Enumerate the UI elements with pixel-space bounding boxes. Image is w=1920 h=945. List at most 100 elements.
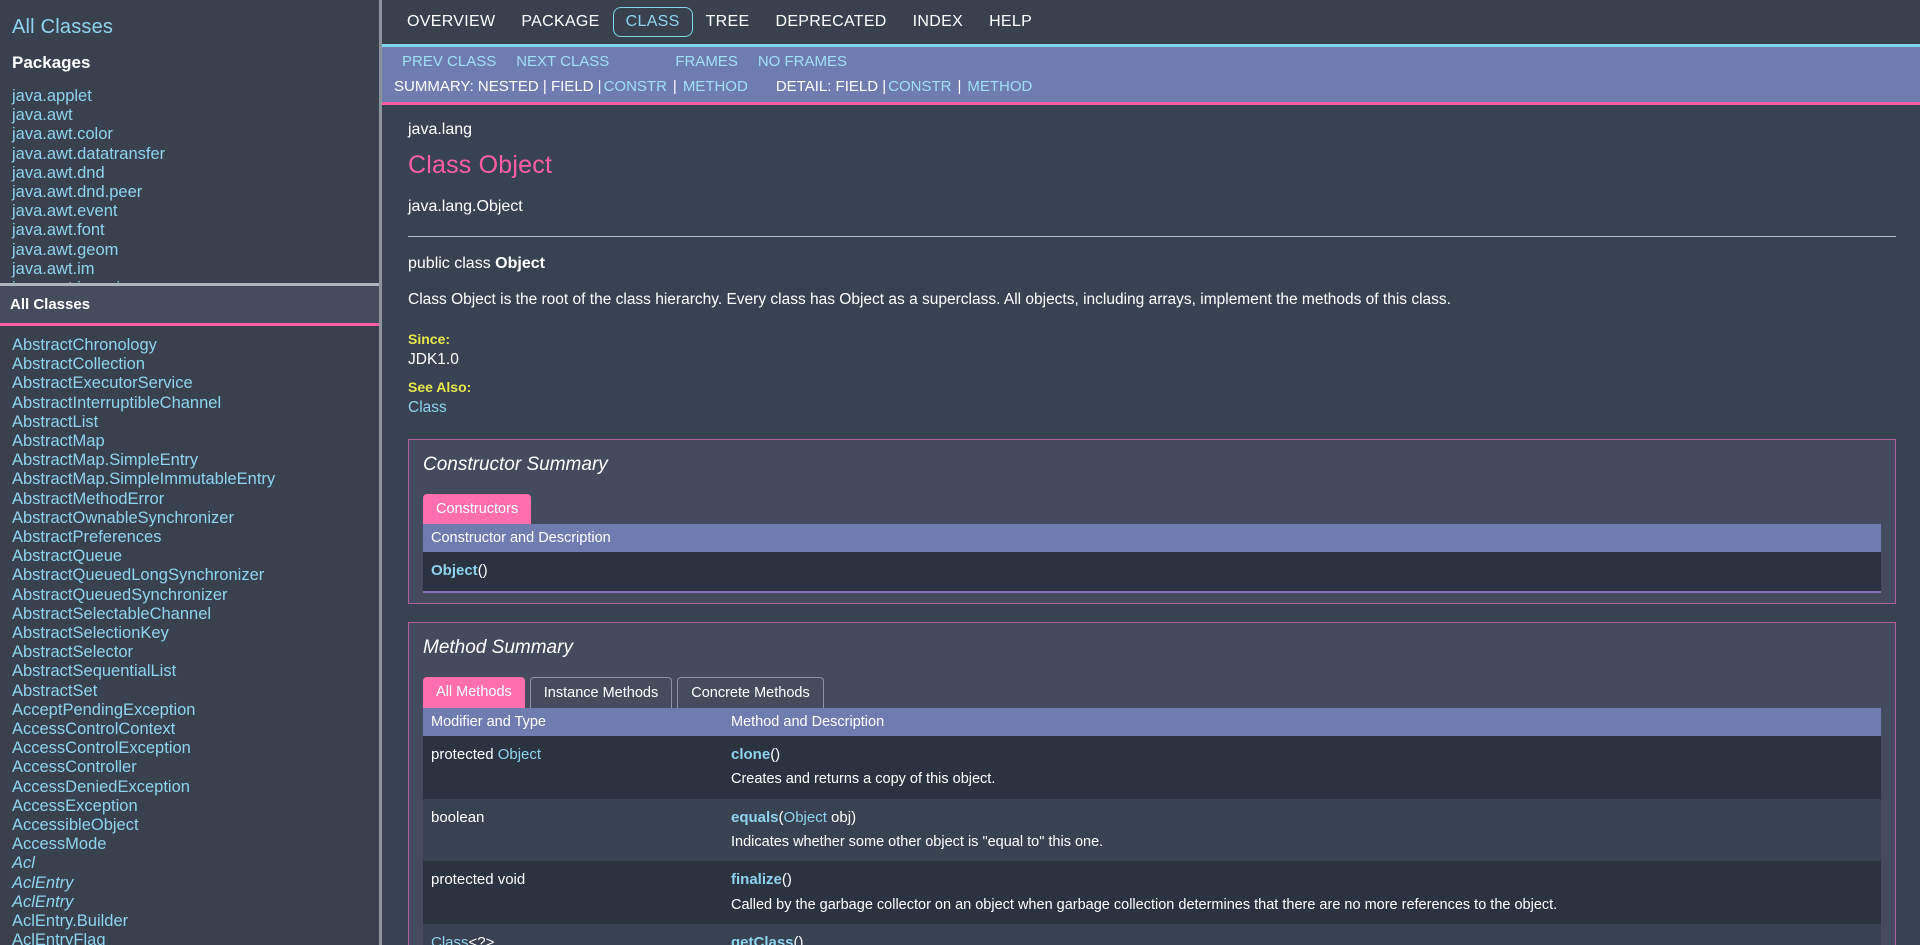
next-class-link[interactable]: NEXT CLASS — [506, 53, 619, 70]
package-link[interactable]: java.awt.datatransfer — [10, 145, 379, 164]
package-link[interactable]: java.awt.font — [10, 221, 379, 240]
class-link[interactable]: AccessMode — [10, 835, 379, 854]
class-link[interactable]: AccessControlContext — [10, 720, 379, 739]
top-navigation-bar: OVERVIEWPACKAGECLASSTREEDEPRECATEDINDEXH… — [382, 0, 1920, 47]
class-link[interactable]: Acl — [10, 854, 379, 873]
constructor-summary-caption: Constructor Summary — [423, 454, 608, 475]
method-description: Called by the garbage collector on an ob… — [731, 891, 1873, 916]
type-link[interactable]: Object — [498, 746, 541, 763]
method-link[interactable]: clone — [731, 746, 770, 763]
detail-method-link[interactable]: METHOD — [963, 78, 1032, 95]
tab-concrete-methods[interactable]: Concrete Methods — [677, 677, 823, 708]
method-summary-section: Method Summary All MethodsInstance Metho… — [408, 622, 1896, 945]
class-link[interactable]: AbstractPreferences — [10, 528, 379, 547]
method-signature: getClass() — [731, 933, 1873, 945]
class-link[interactable]: AccessException — [10, 797, 379, 816]
see-also-link[interactable]: Class — [408, 399, 447, 416]
class-link[interactable]: AbstractMethodError — [10, 490, 379, 509]
package-link[interactable]: java.applet — [10, 87, 379, 106]
type-link[interactable]: Class — [431, 934, 469, 945]
class-link[interactable]: AbstractSelectionKey — [10, 624, 379, 643]
prev-class-link[interactable]: PREV CLASS — [392, 53, 506, 70]
class-link[interactable]: AbstractSelectableChannel — [10, 605, 379, 624]
topnav-item-overview[interactable]: OVERVIEW — [394, 8, 508, 36]
class-link[interactable]: AbstractMap — [10, 432, 379, 451]
package-link[interactable]: java.awt — [10, 106, 379, 125]
method-link[interactable]: equals — [731, 809, 779, 826]
class-link[interactable]: AbstractChronology — [10, 336, 379, 355]
class-link[interactable]: AbstractQueuedSynchronizer — [10, 586, 379, 605]
class-link[interactable]: AccessDeniedException — [10, 778, 379, 797]
package-name: java.lang — [408, 121, 1920, 151]
package-link[interactable]: java.awt.im.spi — [10, 279, 379, 286]
method-args: () — [794, 934, 804, 945]
method-signature: equals(Object obj) — [731, 808, 1873, 828]
package-link[interactable]: java.awt.dnd — [10, 164, 379, 183]
class-link[interactable]: AclEntryFlag — [10, 931, 379, 945]
package-link[interactable]: java.awt.geom — [10, 241, 379, 260]
all-classes-top-link[interactable]: All Classes — [10, 10, 379, 51]
topnav-item-class[interactable]: CLASS — [613, 7, 693, 37]
modifier-type-cell: protected Object — [423, 736, 723, 799]
class-description-block: public class Object Class Object is the … — [382, 237, 1920, 421]
constructor-summary-table: Constructor and Description Object() — [423, 524, 1881, 592]
constructor-args: () — [478, 562, 488, 579]
summary-separator: | — [671, 78, 679, 95]
inheritance-line: java.lang.Object — [408, 198, 1920, 226]
class-link[interactable]: AbstractSet — [10, 682, 379, 701]
method-description: Indicates whether some other object is "… — [731, 828, 1873, 853]
topnav-item-index[interactable]: INDEX — [900, 8, 976, 36]
class-link[interactable]: AbstractSequentialList — [10, 662, 379, 681]
method-link[interactable]: finalize — [731, 871, 782, 888]
class-link[interactable]: AbstractOwnableSynchronizer — [10, 509, 379, 528]
class-link[interactable]: AccessController — [10, 758, 379, 777]
class-link[interactable]: AbstractCollection — [10, 355, 379, 374]
package-link[interactable]: java.awt.dnd.peer — [10, 183, 379, 202]
subnav-row-links: PREV CLASS NEXT CLASS FRAMES NO FRAMES — [382, 47, 1920, 75]
summary-constr-link[interactable]: CONSTR — [604, 78, 671, 95]
tab-instance-methods[interactable]: Instance Methods — [530, 677, 672, 708]
constructor-tabs: Constructors — [409, 484, 1895, 524]
class-link[interactable]: AclEntry — [10, 893, 379, 912]
class-link[interactable]: AccessControlException — [10, 739, 379, 758]
package-link[interactable]: java.awt.event — [10, 202, 379, 221]
sub-navigation-bar: PREV CLASS NEXT CLASS FRAMES NO FRAMES S… — [382, 47, 1920, 105]
class-link[interactable]: AbstractQueue — [10, 547, 379, 566]
topnav-item-package[interactable]: PACKAGE — [508, 8, 612, 36]
constructor-summary-section: Constructor Summary Constructors Constru… — [408, 439, 1896, 603]
modifier-text: protected void — [431, 871, 525, 888]
class-link[interactable]: AbstractQueuedLongSynchronizer — [10, 566, 379, 585]
method-description-cell: getClass()Returns the runtime class of t… — [723, 924, 1881, 945]
frames-link[interactable]: FRAMES — [665, 53, 748, 70]
summary-method-link[interactable]: METHOD — [679, 78, 748, 95]
class-link[interactable]: AclEntry.Builder — [10, 912, 379, 931]
type-generic: <?> — [469, 934, 495, 945]
class-link[interactable]: AbstractSelector — [10, 643, 379, 662]
class-link[interactable]: AbstractMap.SimpleEntry — [10, 451, 379, 470]
detail-constr-link[interactable]: CONSTR — [888, 78, 955, 95]
package-link[interactable]: java.awt.color — [10, 125, 379, 144]
method-link[interactable]: getClass — [731, 934, 794, 945]
topnav-item-deprecated[interactable]: DEPRECATED — [762, 8, 899, 36]
constructor-link[interactable]: Object — [431, 562, 478, 579]
class-link[interactable]: AbstractMap.SimpleImmutableEntry — [10, 470, 379, 489]
class-link[interactable]: AcceptPendingException — [10, 701, 379, 720]
javadoc-page: All Classes Packages java.appletjava.awt… — [0, 0, 1920, 945]
method-summary-caption: Method Summary — [423, 637, 573, 658]
class-link[interactable]: AccessibleObject — [10, 816, 379, 835]
no-frames-link[interactable]: NO FRAMES — [748, 53, 857, 70]
class-link[interactable]: AbstractExecutorService — [10, 374, 379, 393]
tab-constructors[interactable]: Constructors — [423, 494, 531, 524]
package-link[interactable]: java.awt.im — [10, 260, 379, 279]
class-header: java.lang Class Object java.lang.Object — [382, 105, 1920, 237]
detail-separator: | — [955, 78, 963, 95]
topnav-item-tree[interactable]: TREE — [693, 8, 763, 36]
class-link[interactable]: AbstractInterruptibleChannel — [10, 394, 379, 413]
class-link[interactable]: AclEntry — [10, 874, 379, 893]
topnav-item-help[interactable]: HELP — [976, 8, 1045, 36]
package-list-frame[interactable]: All Classes Packages java.appletjava.awt… — [0, 0, 379, 286]
tab-all-methods[interactable]: All Methods — [423, 677, 525, 708]
all-classes-frame[interactable]: All Classes AbstractChronologyAbstractCo… — [0, 286, 379, 945]
class-link[interactable]: AbstractList — [10, 413, 379, 432]
arg-type-link[interactable]: Object — [784, 809, 827, 826]
